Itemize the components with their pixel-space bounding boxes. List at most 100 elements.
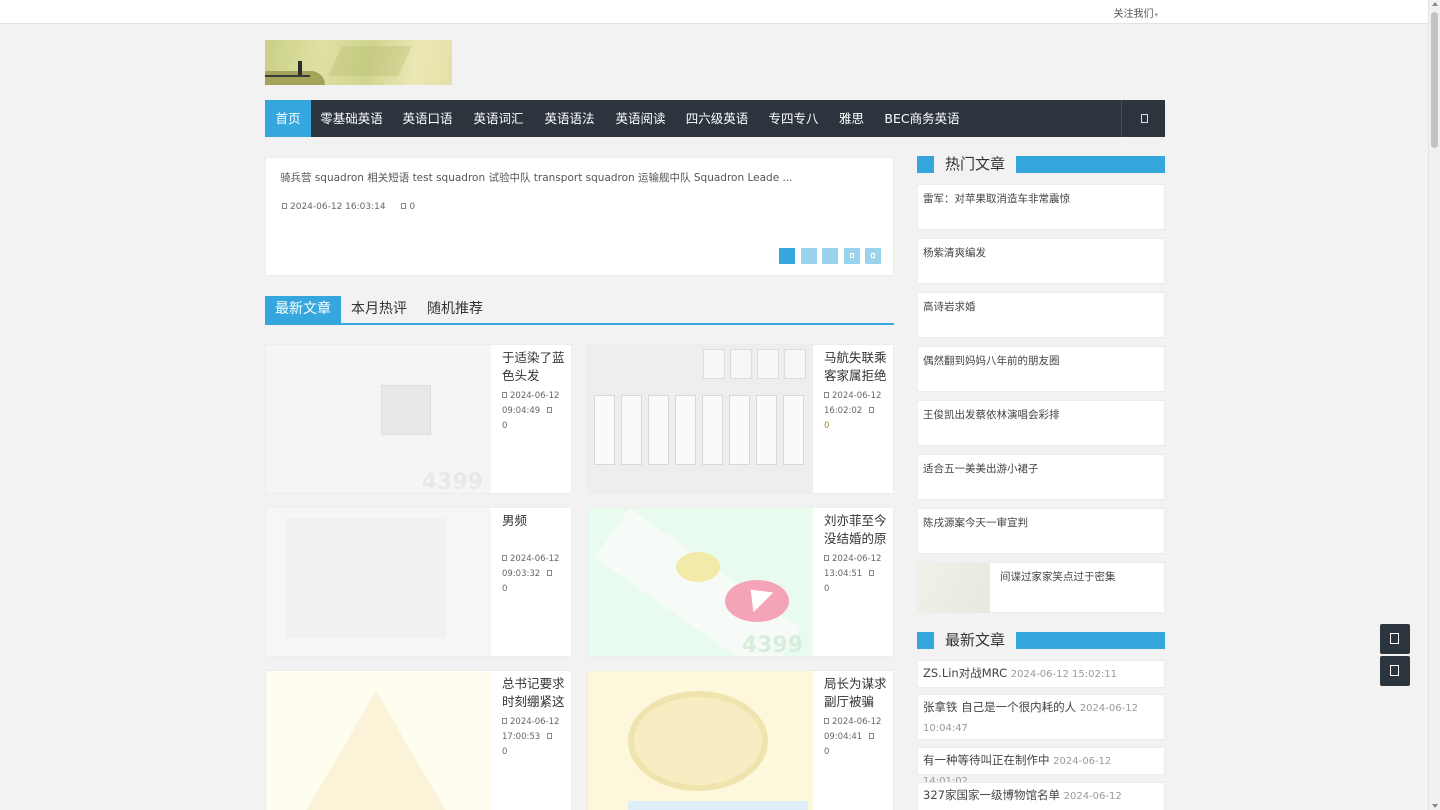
clock-icon	[824, 554, 829, 561]
tab-monthly-hot[interactable]: 本月热评	[341, 296, 417, 323]
nav-item-cet[interactable]: 四六级英语	[676, 100, 758, 137]
article-title[interactable]: 马航失联乘客家属拒绝	[824, 349, 890, 385]
nav-item-reading[interactable]: 英语阅读	[605, 100, 676, 137]
tab-random[interactable]: 随机推荐	[417, 296, 493, 323]
slider-text[interactable]: 骑兵营 squadron 相关短语 test squadron 试验中队 tra…	[280, 170, 793, 185]
hot-article-title[interactable]: 高诗岩求婚	[923, 299, 976, 314]
thumb-watermark: 4399	[741, 633, 803, 657]
logo-shade	[328, 46, 412, 76]
search-button[interactable]	[1121, 100, 1165, 137]
latest-article-title[interactable]: 327家国家一级博物馆名单	[923, 788, 1060, 802]
latest-article-title[interactable]: ZS.Lin对战MRC	[923, 666, 1007, 680]
hot-article-title[interactable]: 陈戌源案今天一审宣判	[923, 515, 1028, 530]
article-title[interactable]: 男频	[502, 512, 568, 548]
clock-icon	[502, 554, 507, 561]
hot-article-item[interactable]: 杨紫清爽编发	[917, 238, 1165, 284]
thumb-shape	[757, 349, 779, 379]
slider-prev-button[interactable]	[844, 248, 860, 264]
article-thumbnail[interactable]	[588, 345, 813, 493]
floating-top-button[interactable]	[1380, 624, 1410, 654]
hot-article-title[interactable]: 雷军：对苹果取消造车非常震惊	[923, 191, 1070, 206]
article-tabs: 最新文章 本月热评 随机推荐	[265, 296, 894, 325]
hot-article-title[interactable]: 杨紫清爽编发	[923, 245, 986, 260]
article-card[interactable]: 总书记要求时刻绷紧这 2024-06-12 17:00:53 0	[265, 670, 572, 810]
hot-article-thumbnail[interactable]	[918, 563, 990, 613]
logo-base	[265, 75, 310, 77]
article-thumbnail[interactable]	[266, 671, 491, 810]
thumb-shape	[286, 518, 446, 638]
hot-articles-title: 热门文章	[945, 155, 1006, 173]
scroll-up-icon[interactable]	[1432, 2, 1438, 6]
follow-us-link[interactable]: 关注我们▾	[1113, 5, 1158, 20]
hot-article-item[interactable]: 王俊凯出发蔡依林演唱会彩排	[917, 400, 1165, 446]
hot-article-item[interactable]: 适合五一美美出游小裙子	[917, 454, 1165, 500]
slider-comments: 0	[409, 202, 416, 212]
article-meta: 2024-06-12 09:03:32 0	[502, 552, 568, 597]
latest-article-title[interactable]: 张拿铁 自己是一个很内耗的人	[923, 700, 1076, 714]
nav-item-bec[interactable]: BEC商务英语	[874, 100, 970, 137]
article-card[interactable]: 4399 刘亦菲至今没结婚的原 2024-06-12 13:04:51 0	[587, 507, 894, 657]
article-title[interactable]: 于适染了蓝色头发	[502, 349, 568, 385]
hot-article-item[interactable]: 间谍过家家笑点过于密集	[917, 562, 1165, 613]
nav-item-spoken-english[interactable]: 英语口语	[392, 100, 463, 137]
article-meta: 2024-06-12 13:04:51 0	[824, 552, 890, 597]
hot-article-item[interactable]: 高诗岩求婚	[917, 292, 1165, 338]
latest-articles-title: 最新文章	[945, 631, 1006, 649]
prev-icon	[850, 253, 854, 258]
thumb-shape	[676, 552, 720, 582]
article-thumbnail[interactable]: 4399	[588, 508, 813, 657]
hot-article-title[interactable]: 偶然翻到妈妈八年前的朋友圈	[923, 353, 1060, 368]
thumb-shape	[729, 395, 750, 465]
thumb-shape	[730, 349, 752, 379]
site-logo[interactable]	[265, 40, 452, 85]
article-card[interactable]: 马航失联乘客家属拒绝 2024-06-12 16:02:02 0	[587, 344, 894, 494]
latest-article-item[interactable]: 327家国家一级博物馆名单 2024-06-12	[917, 782, 1165, 810]
back-to-top-icon	[1390, 633, 1399, 644]
scrollbar[interactable]	[1428, 0, 1440, 810]
thumb-shape	[756, 395, 777, 465]
thumb-shape	[628, 691, 768, 791]
nav-item-grammar[interactable]: 英语语法	[534, 100, 605, 137]
article-thumbnail[interactable]	[266, 508, 491, 656]
slider-dot-3[interactable]	[822, 248, 838, 264]
nav-item-ielts[interactable]: 雅思	[829, 100, 874, 137]
article-title[interactable]: 总书记要求时刻绷紧这	[502, 675, 568, 711]
chevron-down-icon: ▾	[1154, 11, 1158, 19]
comment-icon	[546, 569, 552, 576]
latest-article-item[interactable]: 张拿铁 自己是一个很内耗的人 2024-06-12 10:04:47	[917, 694, 1165, 740]
article-thumbnail[interactable]: 4399	[266, 345, 491, 493]
tab-latest[interactable]: 最新文章	[265, 296, 341, 323]
hot-article-title[interactable]: 间谍过家家笑点过于密集	[1000, 569, 1116, 584]
latest-article-item[interactable]: 有一种等待叫正在制作中 2024-06-12 14:01:02	[917, 747, 1165, 787]
section-bar	[1016, 156, 1165, 173]
article-thumbnail[interactable]	[588, 671, 813, 810]
hot-article-item[interactable]: 偶然翻到妈妈八年前的朋友圈	[917, 346, 1165, 392]
thumb-shape	[306, 691, 446, 810]
nav-item-home[interactable]: 首页	[265, 100, 311, 137]
nav-item-vocabulary[interactable]: 英语词汇	[463, 100, 534, 137]
nav-item-tem[interactable]: 专四专八	[758, 100, 829, 137]
slider-dot-1[interactable]	[779, 248, 795, 264]
article-card[interactable]: 4399 于适染了蓝色头发 2024-06-12 09:04:49 0	[265, 344, 572, 494]
section-marker	[917, 632, 934, 649]
floating-action-button[interactable]	[1380, 656, 1410, 686]
hot-article-title[interactable]: 适合五一美美出游小裙子	[923, 461, 1039, 476]
latest-article-item[interactable]: ZS.Lin对战MRC 2024-06-12 15:02:11	[917, 660, 1165, 688]
nav-item-basic-english[interactable]: 零基础英语	[311, 100, 392, 137]
slider-dot-2[interactable]	[801, 248, 817, 264]
article-title[interactable]: 局长为谋求副厅被骗	[824, 675, 890, 711]
clock-icon	[824, 391, 829, 398]
clock-icon	[282, 202, 287, 209]
article-title[interactable]: 刘亦菲至今没结婚的原	[824, 512, 890, 548]
logo-hill	[265, 71, 325, 85]
hot-article-item[interactable]: 陈戌源案今天一审宣判	[917, 508, 1165, 554]
scroll-down-icon[interactable]	[1432, 804, 1438, 808]
featured-slider[interactable]: 骑兵营 squadron 相关短语 test squadron 试验中队 tra…	[265, 157, 894, 276]
hot-article-title[interactable]: 王俊凯出发蔡依林演唱会彩排	[923, 407, 1060, 422]
article-card[interactable]: 局长为谋求副厅被骗 2024-06-12 09:04:41 0	[587, 670, 894, 810]
scrollbar-thumb[interactable]	[1431, 12, 1438, 148]
hot-article-item[interactable]: 雷军：对苹果取消造车非常震惊	[917, 184, 1165, 230]
latest-article-title[interactable]: 有一种等待叫正在制作中	[923, 753, 1050, 767]
slider-next-button[interactable]	[865, 248, 881, 264]
article-card[interactable]: 男频 2024-06-12 09:03:32 0	[265, 507, 572, 657]
